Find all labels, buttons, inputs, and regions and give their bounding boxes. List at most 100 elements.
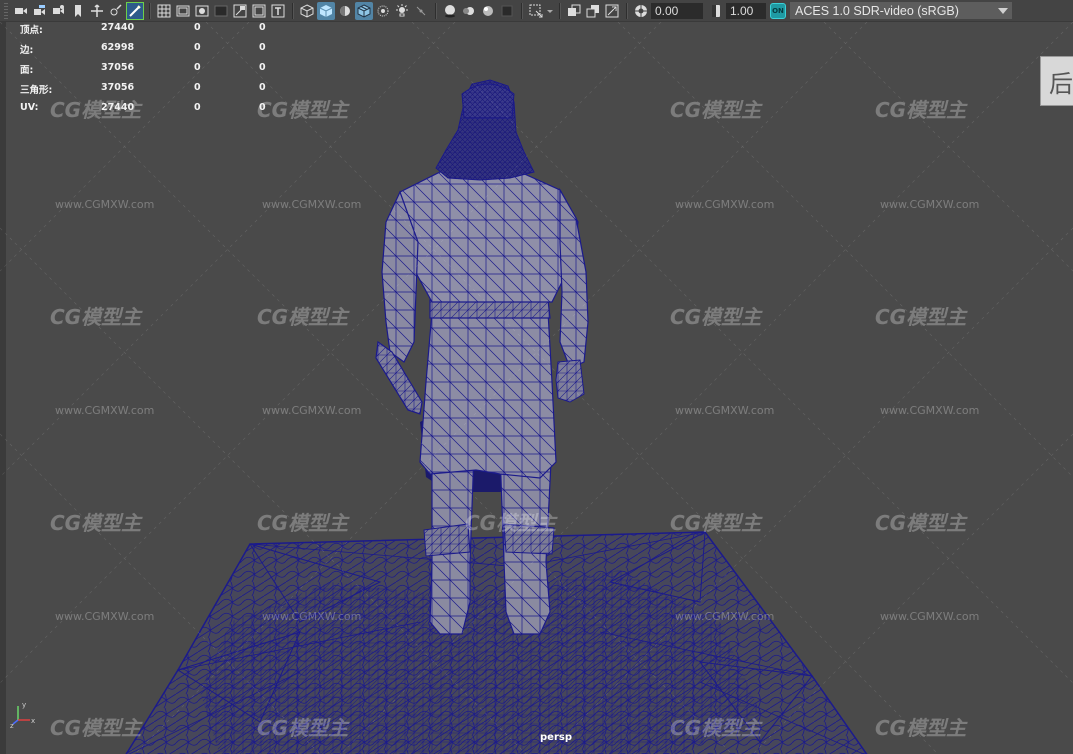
poly-count-hud: 顶点: 27440 0 0 边: 62998 0 0 面: 37056 0 0 … (20, 22, 280, 122)
ground-mesh (125, 531, 868, 754)
xray-icon[interactable] (374, 2, 392, 20)
watermark-logo: CG模型主 (875, 511, 968, 535)
watermark-logo: CG模型主 (50, 511, 143, 535)
xray-active-components-icon[interactable] (584, 2, 602, 20)
wireframe-icon[interactable] (298, 2, 316, 20)
2d-pan-zoom-icon[interactable] (88, 2, 106, 20)
toolbar-separator (559, 2, 561, 19)
resolution-gate-icon[interactable] (193, 2, 211, 20)
watermark-logo: CG模型主 (257, 305, 350, 329)
hud-row-edges: 边: 62998 0 0 (20, 42, 280, 62)
axis-y-label: y (22, 701, 26, 709)
watermark-url: www.CGMXW.com (880, 198, 979, 211)
toolbar-separator (292, 2, 294, 19)
watermark-url: www.CGMXW.com (55, 198, 154, 211)
hud-value: 62998 (101, 42, 135, 53)
shadows-icon[interactable] (412, 2, 430, 20)
watermark-url: www.CGMXW.com (262, 198, 361, 211)
chevron-down-icon (998, 7, 1008, 14)
scene-canvas[interactable]: CG模型主 CG模型主 CG模型主 CG模型主 CG模型主 CG模型主 CG模型… (0, 22, 1073, 754)
watermark-logo: CG模型主 (875, 305, 968, 329)
exposure-icon[interactable] (632, 2, 650, 20)
gamma-field[interactable]: 1.00 (726, 2, 766, 19)
hud-row-faces: 面: 37056 0 0 (20, 62, 280, 82)
hud-value: 37056 (101, 82, 135, 93)
safe-title-icon[interactable] (269, 2, 287, 20)
hud-label: 面: (20, 65, 34, 76)
hud-value: 37056 (101, 62, 135, 73)
hud-label: 顶点: (20, 25, 43, 36)
hud-row-triangles: 三角形: 37056 0 0 (20, 82, 280, 102)
hud-value: 0 (259, 82, 266, 93)
gate-mask-icon[interactable] (212, 2, 230, 20)
screen-space-ao-icon[interactable] (441, 2, 459, 20)
exposure-field[interactable]: 0.00 (651, 2, 703, 19)
film-gate-icon[interactable] (174, 2, 192, 20)
hud-label: 三角形: (20, 85, 53, 96)
toolbar-separator (626, 2, 628, 19)
color-management-icon[interactable]: ON (770, 2, 786, 19)
hud-value: 0 (194, 102, 201, 113)
toolbar-separator (435, 2, 437, 19)
gamma-icon[interactable] (707, 2, 725, 20)
toolbar-separator (149, 2, 151, 19)
watermark-url: www.CGMXW.com (880, 610, 979, 623)
field-chart-icon[interactable] (231, 2, 249, 20)
camera-name-label: persp (540, 732, 572, 743)
viewport-panel-toolbar: 0.00 1.00 ON ACES 1.0 SDR-video (sRGB) (0, 0, 1073, 22)
hud-value: 0 (259, 62, 266, 73)
view-transform-dropdown[interactable]: ACES 1.0 SDR-video (sRGB) (790, 2, 1012, 19)
grid-icon[interactable] (155, 2, 173, 20)
smooth-shade-icon[interactable] (317, 1, 335, 20)
watermark-logo: CG模型主 (670, 305, 763, 329)
watermark-logo: CG模型主 (670, 98, 763, 122)
wireframe-on-shaded-icon[interactable] (355, 1, 373, 20)
toolbar-grip[interactable] (4, 2, 8, 19)
isolate-select-dropdown-icon[interactable] (546, 2, 554, 20)
2d-pan-zoom-active-icon[interactable] (126, 1, 144, 20)
hud-value: 0 (259, 22, 266, 33)
watermark-logo: CG模型主 (257, 511, 350, 535)
camera-select-icon[interactable] (12, 2, 30, 20)
camera-attributes-icon[interactable] (31, 2, 49, 20)
backface-culling-icon[interactable] (603, 2, 621, 20)
hud-row-uvs: UV: 27440 0 0 (20, 102, 280, 122)
xray-joints-icon[interactable] (565, 2, 583, 20)
watermark-url: www.CGMXW.com (262, 404, 361, 417)
hud-value: 0 (259, 42, 266, 53)
hud-value: 0 (194, 42, 201, 53)
hud-value: 0 (194, 82, 201, 93)
depth-of-field-icon[interactable] (498, 2, 516, 20)
watermark-url: www.CGMXW.com (675, 198, 774, 211)
view-cube-back-face[interactable]: 后 (1040, 56, 1073, 106)
isolate-select-icon[interactable] (527, 2, 545, 20)
hud-value: 0 (194, 22, 201, 33)
watermark-logo: CG模型主 (875, 716, 968, 740)
anti-aliasing-icon[interactable] (479, 2, 497, 20)
hud-value: 27440 (101, 102, 135, 113)
watermark-url: www.CGMXW.com (55, 610, 154, 623)
use-all-lights-icon[interactable] (393, 2, 411, 20)
hud-row-vertices: 顶点: 27440 0 0 (20, 22, 280, 42)
persp-viewport[interactable]: CG模型主 CG模型主 CG模型主 CG模型主 CG模型主 CG模型主 CG模型… (0, 22, 1073, 754)
default-material-icon[interactable] (336, 2, 354, 20)
hud-label: UV: (20, 102, 39, 113)
hud-label: 边: (20, 45, 34, 56)
bookmark-icon[interactable] (50, 2, 68, 20)
grease-pencil-icon[interactable] (107, 2, 125, 20)
watermark-logo: CG模型主 (50, 716, 143, 740)
hud-value: 0 (194, 62, 201, 73)
image-plane-icon[interactable] (69, 2, 87, 20)
safe-action-icon[interactable] (250, 2, 268, 20)
watermark-url: www.CGMXW.com (880, 404, 979, 417)
motion-blur-icon[interactable] (460, 2, 478, 20)
watermark-logo: CG模型主 (50, 305, 143, 329)
axis-indicator: y x z (10, 701, 35, 728)
axis-x-label: x (31, 717, 35, 725)
hud-value: 0 (259, 102, 266, 113)
watermark-logo: CG模型主 (670, 511, 763, 535)
hud-value: 27440 (101, 22, 135, 33)
view-transform-label: ACES 1.0 SDR-video (sRGB) (795, 3, 959, 18)
axis-z-label: z (10, 722, 14, 728)
toolbar-separator (521, 2, 523, 19)
